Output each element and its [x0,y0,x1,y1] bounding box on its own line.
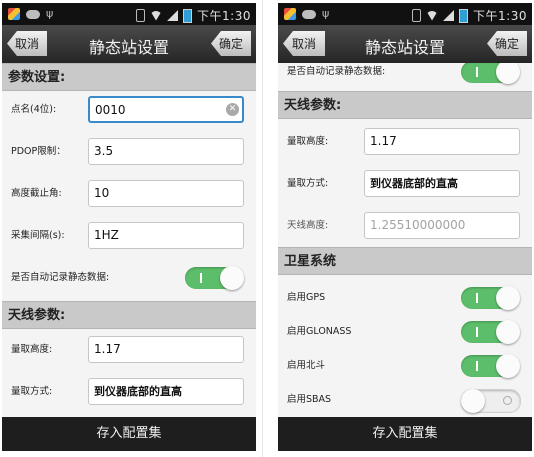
status-time: 下午1:30 [473,9,527,23]
pdop-input[interactable]: 3.5 [88,138,244,165]
title-bar: 取消 静态站设置 确定 [2,25,256,63]
row-antenna-height: 天线高度: 1.25510000000 [278,207,532,245]
interval-label: 采集间隔(s): [11,230,65,241]
toggle-knob [496,286,520,310]
app-notification-icon [8,8,20,20]
pdop-label: PDOP限制： [11,146,66,157]
measure-method-select[interactable]: 到仪器底部的直高 [88,378,244,405]
row-sbas: 启用SBAS [278,381,532,417]
settings-list[interactable]: 参数设置: 点名(4位): 0010 ✕ PDOP限制： 3.5 高度截止角: … [2,63,256,417]
section-header-params: 参数设置: [2,63,256,91]
signal-icon [167,10,179,21]
section-header-antenna: 天线参数: [278,91,532,119]
row-point-name: 点名(4位): 0010 ✕ [2,91,256,129]
toggle-knob [496,63,520,84]
section-header-antenna: 天线参数: [2,301,256,329]
divider [262,0,263,457]
toggle-on-mark [476,361,478,371]
section-header-satellite: 卫星系统 [278,247,532,275]
interval-input[interactable]: 1HZ [88,222,244,249]
screen-right: ψ 下午1:30 取消 静态站设置 确定 是否自动记录静态数据: 天线参数: 量… [278,3,532,451]
auto-record-toggle[interactable] [461,63,520,84]
toggle-knob [496,354,520,378]
status-bar: ψ 下午1:30 [278,3,532,25]
measure-height-input[interactable]: 1.17 [364,128,520,155]
row-gps: 启用GPS [278,279,532,317]
measure-height-input[interactable]: 1.17 [88,336,244,363]
toggle-on-mark [200,273,202,283]
save-config-button[interactable]: 存入配置集 [278,417,532,451]
signal-icon [443,10,455,21]
battery-icon [459,8,469,23]
screen-left: ψ 下午1:30 取消 静态站设置 确定 参数设置: 点名(4位): 0010 … [2,3,256,451]
auto-record-toggle[interactable] [185,266,244,290]
row-measure-method: 量取方式: 到仪器底部的直高 [2,373,256,411]
row-auto-record: 是否自动记录静态数据: [2,259,256,297]
point-name-label: 点名(4位): [11,104,57,115]
row-pdop: PDOP限制： 3.5 [2,133,256,171]
auto-record-label: 是否自动记录静态数据: [11,272,110,283]
beidou-toggle[interactable] [461,354,520,378]
usb-icon: ψ [46,7,54,20]
glonass-toggle[interactable] [461,320,520,344]
wifi-icon [150,10,163,21]
status-time: 下午1:30 [197,9,251,23]
app-notification-icon [284,8,296,20]
row-measure-height: 量取高度: 1.17 [278,123,532,161]
toggle-off-mark [503,396,512,405]
measure-height-label: 量取高度: [11,344,53,355]
battery-icon [183,8,193,23]
measure-method-label: 量取方式: [287,178,329,189]
toggle-knob [220,266,244,290]
row-auto-record: 是否自动记录静态数据: [278,63,532,91]
wifi-icon [426,10,439,21]
title-bar: 取消 静态站设置 确定 [278,25,532,63]
antenna-height-field: 1.25510000000 [364,212,520,239]
row-interval: 采集间隔(s): 1HZ [2,217,256,255]
cloud-icon [302,9,316,19]
cutoff-angle-label: 高度截止角: [11,188,62,199]
row-cutoff-angle: 高度截止角: 10 [2,175,256,213]
gps-label: 启用GPS [287,292,326,303]
save-config-button[interactable]: 存入配置集 [2,417,256,451]
gps-toggle[interactable] [461,286,520,310]
sbas-label: 启用SBAS [287,394,332,405]
measure-method-label: 量取方式: [11,386,53,397]
point-name-input[interactable]: 0010 ✕ [88,96,244,123]
status-bar: ψ 下午1:30 [2,3,256,25]
measure-height-label: 量取高度: [287,136,329,147]
cloud-icon [26,9,40,19]
row-glonass: 启用GLONASS [278,313,532,351]
row-beidou: 启用北斗 [278,347,532,385]
toggle-on-mark [476,327,478,337]
clear-icon[interactable]: ✕ [226,103,239,116]
settings-list[interactable]: 是否自动记录静态数据: 天线参数: 量取高度: 1.17 量取方式: 到仪器底部… [278,63,532,417]
measure-method-select[interactable]: 到仪器底部的直高 [364,170,520,197]
usb-icon: ψ [322,7,330,20]
toggle-knob [496,320,520,344]
auto-record-label: 是否自动记录静态数据: [287,66,386,77]
row-measure-method: 量取方式: 到仪器底部的直高 [278,165,532,203]
sbas-toggle[interactable] [461,389,521,413]
row-measure-height: 量取高度: 1.17 [2,331,256,369]
toggle-on-mark [476,293,478,303]
antenna-height-label: 天线高度: [287,220,329,231]
point-name-value: 0010 [95,103,126,117]
beidou-label: 启用北斗 [287,360,326,371]
cutoff-angle-input[interactable]: 10 [88,180,244,207]
toggle-knob [461,389,485,413]
toggle-on-mark [476,67,478,77]
vibrate-icon [412,9,422,22]
vibrate-icon [136,9,146,22]
glonass-label: 启用GLONASS [287,326,352,337]
